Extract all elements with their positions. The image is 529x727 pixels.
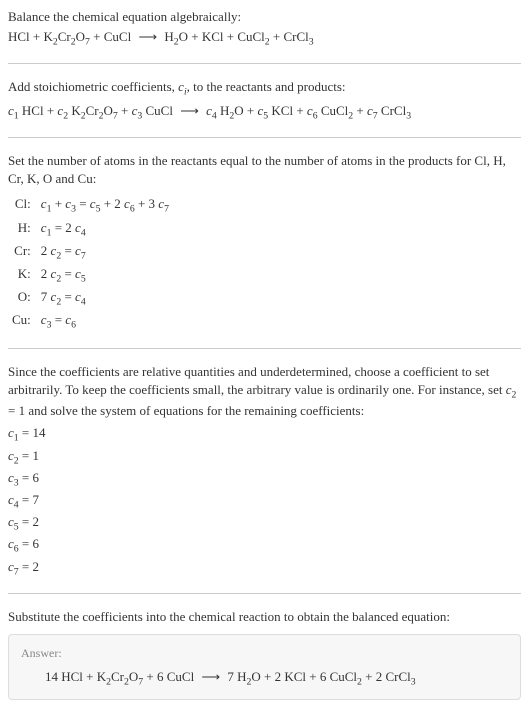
answer-equation: 14 HCl + K2Cr2O7 + 6 CuCl ⟶ 7 H2O + 2 KC… [21,668,508,689]
element-equation: c1 = 2 c4 [37,218,173,241]
element-label: Cr: [8,241,37,264]
element-label: Cl: [8,194,37,217]
stoich-equation: c1 HCl + c2 K2Cr2O7 + c3 CuCl ⟶ c4 H2O +… [8,102,521,123]
element-equation: c1 + c3 = c5 + 2 c6 + 3 c7 [37,194,173,217]
coeff-list: c1 = 14 c2 = 1 c3 = 6 c4 = 7 c5 = 2 c6 =… [8,424,521,579]
stoich-prefix: Add stoichiometric coefficients, [8,79,178,94]
table-row: O: 7 c2 = c4 [8,287,173,310]
divider [8,137,521,138]
table-row: Cu: c3 = c6 [8,310,173,333]
coeff-item: c4 = 7 [8,491,521,512]
divider [8,348,521,349]
intro-text: Balance the chemical equation algebraica… [8,8,521,26]
element-label: O: [8,287,37,310]
element-label: K: [8,264,37,287]
element-label: Cu: [8,310,37,333]
solve-section: Since the coefficients are relative quan… [8,363,521,579]
element-equation: 2 c2 = c5 [37,264,173,287]
stoich-ci: ci [178,79,187,94]
intro-section: Balance the chemical equation algebraica… [8,8,521,49]
final-section: Substitute the coefficients into the che… [8,608,521,700]
final-intro: Substitute the coefficients into the che… [8,608,521,626]
element-equation: 2 c2 = c7 [37,241,173,264]
intro-equation: HCl + K2Cr2O7 + CuCl ⟶ H2O + KCl + CuCl2… [8,28,521,49]
atoms-section: Set the number of atoms in the reactants… [8,152,521,334]
divider [8,63,521,64]
coeff-item: c3 = 6 [8,469,521,490]
coeff-item: c6 = 6 [8,535,521,556]
coeff-item: c7 = 2 [8,558,521,579]
element-equation: c3 = c6 [37,310,173,333]
coeff-item: c2 = 1 [8,447,521,468]
stoich-suffix: , to the reactants and products: [187,79,346,94]
table-row: K: 2 c2 = c5 [8,264,173,287]
stoich-section: Add stoichiometric coefficients, ci, to … [8,78,521,122]
element-equation: 7 c2 = c4 [37,287,173,310]
table-row: Cr: 2 c2 = c7 [8,241,173,264]
atoms-table: Cl: c1 + c3 = c5 + 2 c6 + 3 c7 H: c1 = 2… [8,194,173,333]
coeff-item: c5 = 2 [8,513,521,534]
coeff-item: c1 = 14 [8,424,521,445]
answer-box: Answer: 14 HCl + K2Cr2O7 + 6 CuCl ⟶ 7 H2… [8,634,521,700]
table-row: H: c1 = 2 c4 [8,218,173,241]
stoich-intro: Add stoichiometric coefficients, ci, to … [8,78,521,99]
answer-label: Answer: [21,645,508,662]
divider [8,593,521,594]
table-row: Cl: c1 + c3 = c5 + 2 c6 + 3 c7 [8,194,173,217]
element-label: H: [8,218,37,241]
atoms-intro: Set the number of atoms in the reactants… [8,152,521,188]
solve-intro: Since the coefficients are relative quan… [8,363,521,421]
